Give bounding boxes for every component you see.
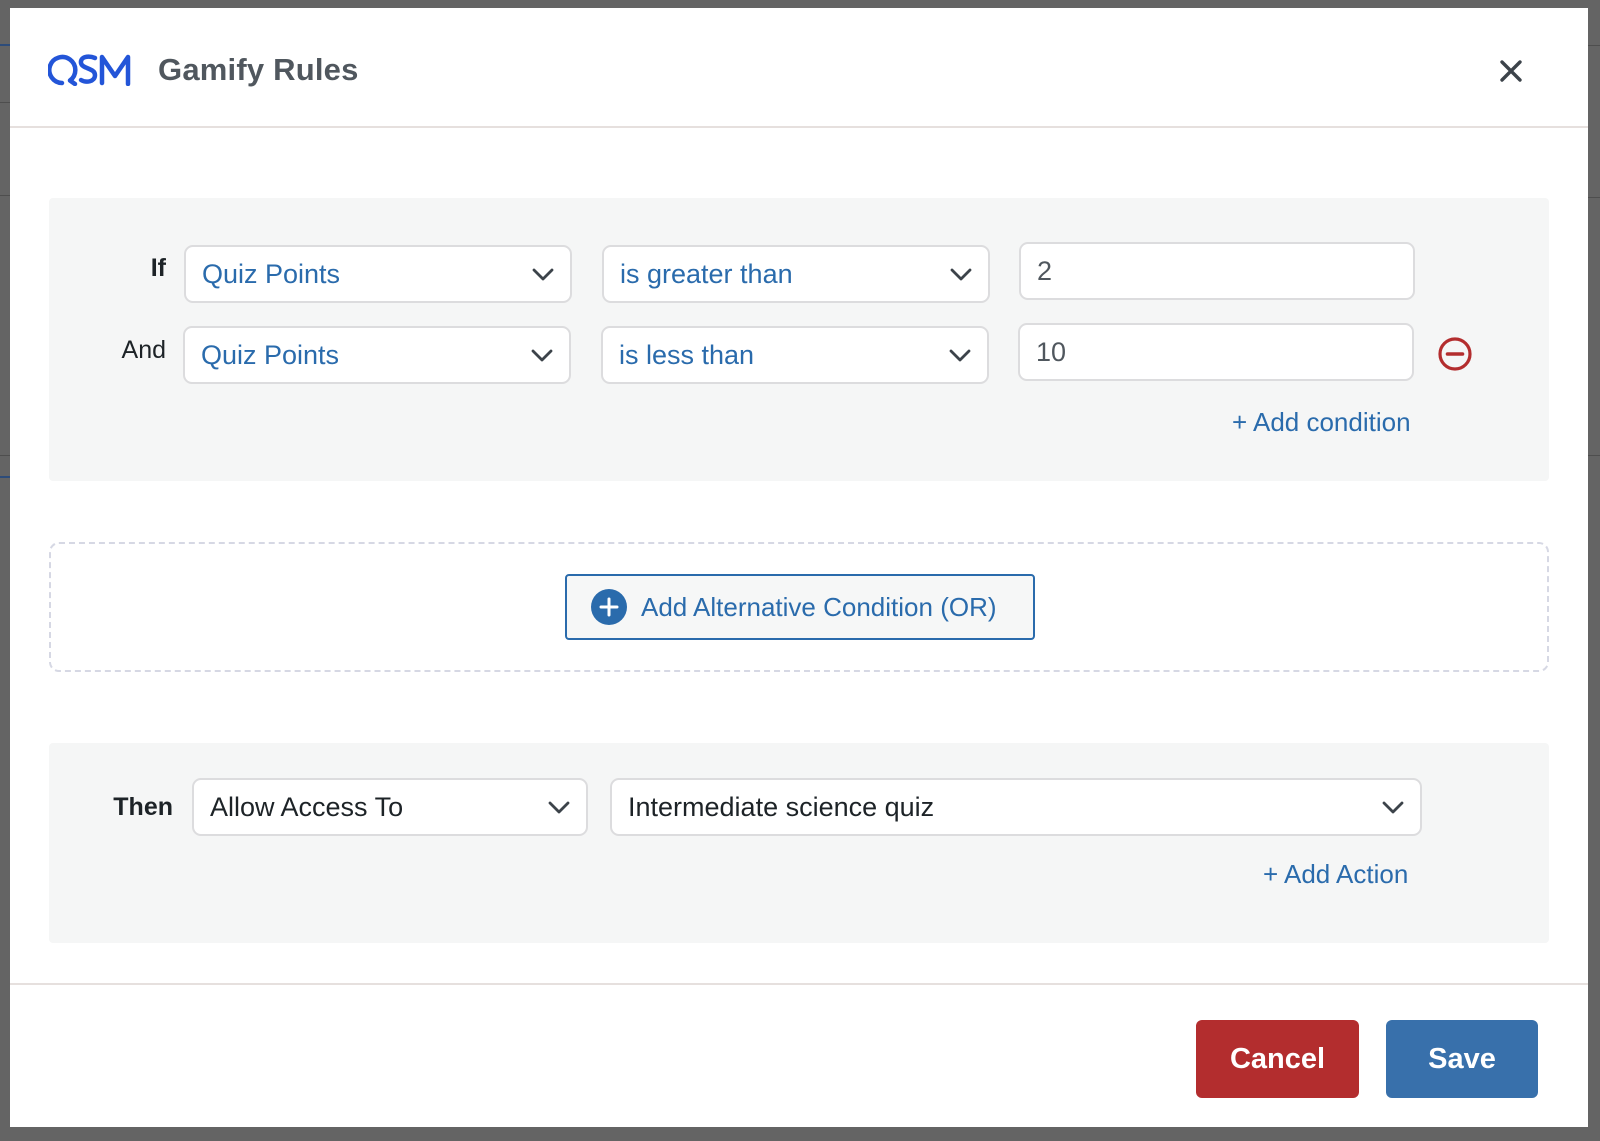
add-alternative-condition-label: Add Alternative Condition (OR) — [641, 591, 997, 622]
close-icon[interactable] — [1496, 56, 1526, 86]
conditions-panel: If Quiz Points is greater than 2 And Qui… — [49, 198, 1549, 481]
condition-connector-if: If — [150, 254, 166, 282]
background-divider — [1588, 45, 1600, 46]
condition-field-select[interactable]: Quiz Points — [183, 326, 571, 384]
background-divider — [1588, 455, 1600, 456]
background-divider — [0, 102, 10, 103]
action-target-value: Intermediate science quiz — [628, 791, 935, 822]
condition-field-value: Quiz Points — [201, 339, 340, 370]
action-type-value: Allow Access To — [210, 791, 404, 822]
condition-operator-select[interactable]: is greater than — [602, 245, 990, 303]
remove-condition-icon[interactable] — [1437, 336, 1473, 372]
gamify-rules-modal: Gamify Rules If Quiz Points is greater t… — [10, 8, 1588, 1127]
add-alternative-condition-button[interactable]: Add Alternative Condition (OR) — [565, 574, 1035, 640]
add-condition-link[interactable]: + Add condition — [1232, 407, 1411, 438]
modal-footer: Cancel Save — [10, 983, 1588, 1127]
condition-value-text: 10 — [1036, 336, 1067, 367]
condition-operator-select[interactable]: is less than — [601, 326, 989, 384]
condition-operator-value: is greater than — [620, 258, 793, 289]
condition-operator-value: is less than — [619, 339, 755, 370]
modal-header: Gamify Rules — [10, 8, 1588, 128]
add-action-link[interactable]: + Add Action — [1263, 859, 1408, 890]
actions-panel: Then Allow Access To Intermediate scienc… — [49, 743, 1549, 943]
chevron-down-icon — [531, 349, 553, 362]
background-divider — [0, 455, 10, 456]
chevron-down-icon — [950, 268, 972, 281]
chevron-down-icon — [532, 268, 554, 281]
cancel-button[interactable]: Cancel — [1196, 1020, 1359, 1098]
plus-circle-icon — [591, 589, 627, 625]
condition-value-input[interactable]: 10 — [1018, 323, 1414, 381]
background-divider — [1588, 197, 1600, 198]
modal-title: Gamify Rules — [158, 52, 359, 87]
action-type-select[interactable]: Allow Access To — [192, 778, 588, 836]
save-button[interactable]: Save — [1386, 1020, 1538, 1098]
condition-connector-and: And — [121, 336, 166, 364]
chevron-down-icon — [1382, 801, 1404, 814]
action-target-select[interactable]: Intermediate science quiz — [610, 778, 1422, 836]
condition-field-select[interactable]: Quiz Points — [184, 245, 572, 303]
qsm-logo-icon — [48, 54, 131, 86]
alternative-condition-dropzone: Add Alternative Condition (OR) — [49, 542, 1549, 672]
condition-field-value: Quiz Points — [202, 258, 341, 289]
background-divider — [0, 476, 10, 478]
background-divider — [0, 195, 10, 196]
chevron-down-icon — [548, 801, 570, 814]
background-divider — [0, 44, 10, 46]
condition-value-text: 2 — [1037, 255, 1053, 286]
condition-value-input[interactable]: 2 — [1019, 242, 1415, 300]
action-label-then: Then — [113, 793, 173, 821]
chevron-down-icon — [949, 349, 971, 362]
